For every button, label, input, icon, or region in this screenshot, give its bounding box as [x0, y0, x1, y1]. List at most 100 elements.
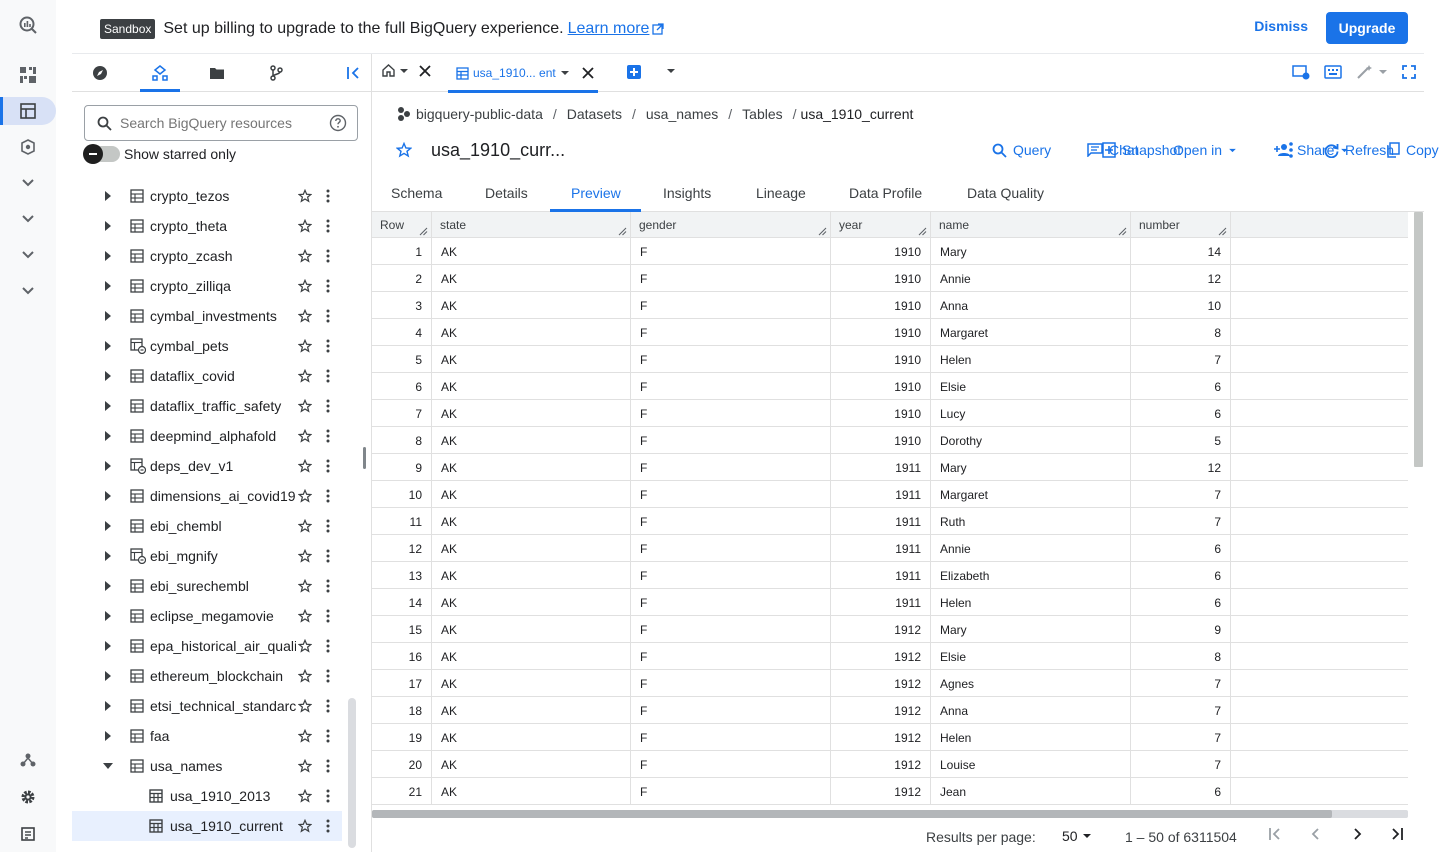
- snapshot-button[interactable]: Snapshot: [1102, 142, 1181, 158]
- cell-number[interactable]: 14: [1131, 238, 1231, 265]
- column-resize-icon[interactable]: [618, 227, 627, 236]
- caret-right-icon[interactable]: [102, 220, 114, 232]
- tree-dataset-row[interactable]: epa_historical_air_quali: [72, 631, 358, 661]
- star-icon[interactable]: [298, 789, 312, 803]
- cell-row[interactable]: 14: [372, 589, 432, 616]
- cell-name[interactable]: Anna: [931, 292, 1131, 319]
- cell-year[interactable]: 1910: [831, 319, 931, 346]
- more-vert-icon[interactable]: [326, 249, 330, 263]
- cell-state[interactable]: AK: [432, 292, 631, 319]
- cell-gender[interactable]: F: [631, 724, 831, 751]
- dismiss-button[interactable]: Dismiss: [1254, 18, 1308, 34]
- tree-dataset-row[interactable]: crypto_tezos: [72, 181, 358, 211]
- more-vert-icon[interactable]: [326, 699, 330, 713]
- tab-data-profile[interactable]: Data Profile: [849, 185, 922, 201]
- chevron-down-icon[interactable]: [8, 169, 48, 197]
- more-vert-icon[interactable]: [326, 579, 330, 593]
- cell-state[interactable]: AK: [432, 454, 631, 481]
- star-icon[interactable]: [298, 549, 312, 563]
- table-row[interactable]: 18 AK F 1912 Anna 7: [372, 697, 1408, 724]
- last-page-icon[interactable]: [1390, 827, 1404, 841]
- cell-year[interactable]: 1910: [831, 346, 931, 373]
- cell-number[interactable]: 10: [1131, 292, 1231, 319]
- table-row[interactable]: 3 AK F 1910 Anna 10: [372, 292, 1408, 319]
- cell-name[interactable]: Agnes: [931, 670, 1131, 697]
- caret-right-icon[interactable]: [102, 640, 114, 652]
- cell-gender[interactable]: F: [631, 319, 831, 346]
- grid-vertical-scrollbar[interactable]: [1414, 212, 1423, 467]
- more-vert-icon[interactable]: [326, 399, 330, 413]
- search-input[interactable]: [120, 115, 320, 131]
- more-vert-icon[interactable]: [326, 189, 330, 203]
- more-vert-icon[interactable]: [326, 489, 330, 503]
- cell-state[interactable]: AK: [432, 319, 631, 346]
- breadcrumb-project[interactable]: bigquery-public-data: [396, 106, 543, 122]
- new-tab-icon[interactable]: [626, 64, 642, 80]
- tree-dataset-row[interactable]: ebi_mgnify: [72, 541, 358, 571]
- cell-number[interactable]: 7: [1131, 751, 1231, 778]
- tab-schema[interactable]: Schema: [391, 185, 442, 201]
- caret-down-icon[interactable]: [399, 68, 409, 74]
- grid-horizontal-scrollbar[interactable]: [372, 810, 1408, 818]
- table-row[interactable]: 4 AK F 1910 Margaret 8: [372, 319, 1408, 346]
- show-starred-toggle[interactable]: [83, 144, 120, 164]
- query-button[interactable]: Query: [992, 142, 1051, 158]
- schedule-icon[interactable]: [1292, 64, 1310, 80]
- cell-number[interactable]: 6: [1131, 562, 1231, 589]
- breadcrumb-tables[interactable]: Tables: [742, 106, 782, 122]
- table-row[interactable]: 11 AK F 1911 Ruth 7: [372, 508, 1408, 535]
- caret-right-icon[interactable]: [102, 430, 114, 442]
- bigquery-logo-icon[interactable]: [8, 11, 48, 39]
- star-icon[interactable]: [298, 339, 312, 353]
- more-vert-icon[interactable]: [326, 339, 330, 353]
- star-icon[interactable]: [396, 142, 412, 158]
- more-vert-icon[interactable]: [326, 519, 330, 533]
- tree-dataset-row[interactable]: ethereum_blockchain: [72, 661, 358, 691]
- breadcrumb-dataset[interactable]: usa_names: [646, 106, 718, 122]
- tree-dataset-row[interactable]: dataflix_covid: [72, 361, 358, 391]
- cell-name[interactable]: Louise: [931, 751, 1131, 778]
- more-vert-icon[interactable]: [326, 639, 330, 653]
- cell-gender[interactable]: F: [631, 643, 831, 670]
- star-icon[interactable]: [298, 189, 312, 203]
- cell-gender[interactable]: F: [631, 778, 831, 805]
- chevron-down-icon[interactable]: [8, 241, 48, 269]
- cell-row[interactable]: 16: [372, 643, 432, 670]
- table-row[interactable]: 16 AK F 1912 Elsie 8: [372, 643, 1408, 670]
- cell-state[interactable]: AK: [432, 400, 631, 427]
- cell-state[interactable]: AK: [432, 481, 631, 508]
- table-row[interactable]: 6 AK F 1910 Elsie 6: [372, 373, 1408, 400]
- cell-name[interactable]: Lucy: [931, 400, 1131, 427]
- caret-right-icon[interactable]: [102, 490, 114, 502]
- cell-gender[interactable]: F: [631, 265, 831, 292]
- cell-state[interactable]: AK: [432, 697, 631, 724]
- first-page-icon[interactable]: [1268, 827, 1282, 841]
- refresh-button[interactable]: Refresh: [1324, 142, 1394, 158]
- cell-year[interactable]: 1912: [831, 697, 931, 724]
- cell-gender[interactable]: F: [631, 238, 831, 265]
- close-icon[interactable]: [582, 67, 594, 79]
- panel-resize-handle[interactable]: [363, 447, 366, 469]
- star-icon[interactable]: [298, 309, 312, 323]
- tree-dataset-row[interactable]: deps_dev_v1: [72, 451, 358, 481]
- cell-state[interactable]: AK: [432, 616, 631, 643]
- cell-year[interactable]: 1912: [831, 724, 931, 751]
- cell-name[interactable]: Helen: [931, 724, 1131, 751]
- caret-right-icon[interactable]: [102, 550, 114, 562]
- star-icon[interactable]: [298, 519, 312, 533]
- cell-row[interactable]: 13: [372, 562, 432, 589]
- column-header-year[interactable]: year: [831, 212, 931, 238]
- tree-dataset-row[interactable]: deepmind_alphafold: [72, 421, 358, 451]
- cell-number[interactable]: 9: [1131, 616, 1231, 643]
- column-resize-icon[interactable]: [918, 227, 927, 236]
- more-vert-icon[interactable]: [326, 429, 330, 443]
- settings-icon[interactable]: [8, 783, 48, 811]
- cell-gender[interactable]: F: [631, 616, 831, 643]
- cell-name[interactable]: Elsie: [931, 643, 1131, 670]
- cell-gender[interactable]: F: [631, 562, 831, 589]
- cell-row[interactable]: 21: [372, 778, 432, 805]
- caret-right-icon[interactable]: [102, 700, 114, 712]
- caret-right-icon[interactable]: [102, 580, 114, 592]
- caret-right-icon[interactable]: [102, 340, 114, 352]
- table-row[interactable]: 7 AK F 1910 Lucy 6: [372, 400, 1408, 427]
